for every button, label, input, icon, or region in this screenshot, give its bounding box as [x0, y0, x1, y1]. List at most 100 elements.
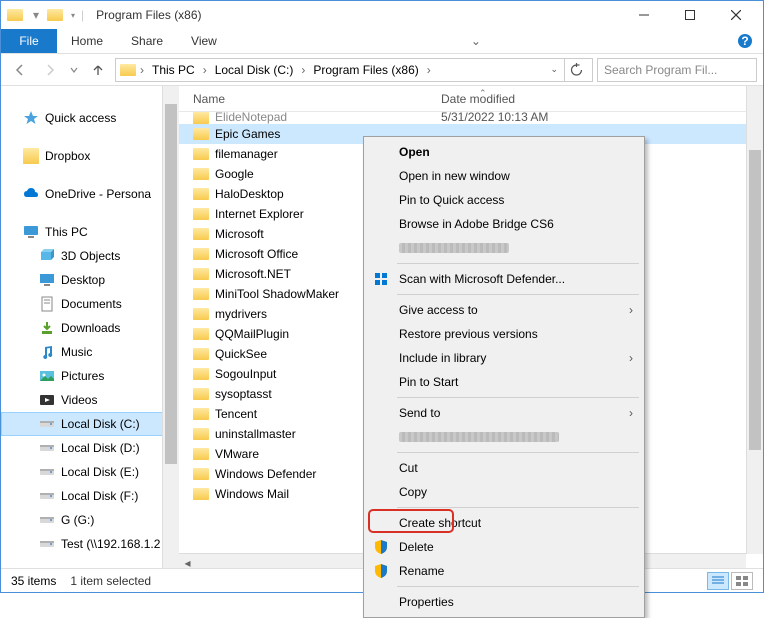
- sort-indicator-icon: ⌃: [479, 88, 487, 99]
- forward-button[interactable]: [37, 57, 63, 83]
- menu-open-new-window[interactable]: Open in new window: [367, 164, 641, 188]
- menu-separator: [397, 507, 639, 508]
- recent-button[interactable]: [67, 57, 81, 83]
- thumbnails-view-button[interactable]: [731, 572, 753, 590]
- menu-open[interactable]: Open: [367, 140, 641, 164]
- menu-item-redacted[interactable]: [367, 236, 641, 260]
- folder-icon: [193, 288, 209, 300]
- view-tab[interactable]: View: [177, 29, 231, 53]
- folder-icon: [193, 468, 209, 480]
- folder-icon: [193, 388, 209, 400]
- menu-item-redacted[interactable]: [367, 425, 641, 449]
- nav-scrollbar[interactable]: [162, 86, 179, 570]
- folder-icon: [193, 228, 209, 240]
- column-name[interactable]: Name: [193, 92, 441, 106]
- chevron-right-icon: ›: [629, 351, 633, 365]
- menu-cut[interactable]: Cut: [367, 456, 641, 480]
- chevron-right-icon[interactable]: ›: [425, 63, 433, 77]
- minimize-button[interactable]: [621, 1, 667, 29]
- star-icon: [23, 110, 39, 126]
- chevron-right-icon[interactable]: ›: [299, 63, 307, 77]
- cloud-icon: [23, 186, 39, 202]
- nav-quick-access[interactable]: Quick access: [1, 106, 179, 130]
- shield-icon: [373, 563, 389, 579]
- menu-properties[interactable]: Properties: [367, 590, 641, 614]
- menu-pin-quick-access[interactable]: Pin to Quick access: [367, 188, 641, 212]
- nav-icon: [39, 272, 55, 288]
- help-icon[interactable]: ?: [737, 29, 753, 53]
- nav-icon: [39, 344, 55, 360]
- maximize-button[interactable]: [667, 1, 713, 29]
- share-tab[interactable]: Share: [117, 29, 177, 53]
- nav-item[interactable]: Local Disk (C:): [1, 412, 179, 436]
- nav-item[interactable]: Documents: [1, 292, 179, 316]
- ribbon-expand-icon[interactable]: ⌄: [471, 29, 481, 53]
- menu-separator: [397, 263, 639, 264]
- nav-icon: [39, 368, 55, 384]
- menu-browse-bridge[interactable]: Browse in Adobe Bridge CS6: [367, 212, 641, 236]
- nav-icon: [39, 440, 55, 456]
- folder-icon: [193, 188, 209, 200]
- details-view-button[interactable]: [707, 572, 729, 590]
- home-tab[interactable]: Home: [57, 29, 117, 53]
- nav-item[interactable]: Pictures: [1, 364, 179, 388]
- breadcrumb-segment[interactable]: This PC: [148, 63, 199, 77]
- folder-icon: [193, 168, 209, 180]
- chevron-right-icon[interactable]: ›: [201, 63, 209, 77]
- menu-copy[interactable]: Copy: [367, 480, 641, 504]
- breadcrumb-segment[interactable]: Program Files (x86): [309, 63, 422, 77]
- nav-item[interactable]: Desktop: [1, 268, 179, 292]
- folder-icon: [193, 348, 209, 360]
- nav-item[interactable]: G (G:): [1, 508, 179, 532]
- menu-separator: [397, 586, 639, 587]
- search-input[interactable]: Search Program Fil...: [597, 58, 757, 82]
- nav-onedrive[interactable]: OneDrive - Persona: [1, 182, 179, 206]
- status-selected: 1 item selected: [70, 574, 151, 588]
- file-tab[interactable]: File: [1, 29, 57, 53]
- folder-icon: [193, 148, 209, 160]
- nav-item[interactable]: Test (\\192.168.1.2: [1, 532, 179, 556]
- nav-dropbox[interactable]: Dropbox: [1, 144, 179, 168]
- svg-text:?: ?: [741, 34, 748, 48]
- nav-icon: [39, 464, 55, 480]
- breadcrumb-segment[interactable]: Local Disk (C:): [211, 63, 298, 77]
- folder-icon: [193, 112, 209, 124]
- nav-item[interactable]: Local Disk (E:): [1, 460, 179, 484]
- menu-restore-versions[interactable]: Restore previous versions: [367, 322, 641, 346]
- back-button[interactable]: [7, 57, 33, 83]
- menu-send-to[interactable]: Send to›: [367, 401, 641, 425]
- window-title: Program Files (x86): [96, 8, 201, 22]
- menu-scan-defender[interactable]: Scan with Microsoft Defender...: [367, 267, 641, 291]
- nav-item[interactable]: Local Disk (F:): [1, 484, 179, 508]
- qat-dropdown-icon[interactable]: ▾: [71, 11, 75, 20]
- menu-include-library[interactable]: Include in library›: [367, 346, 641, 370]
- nav-this-pc[interactable]: This PC: [1, 220, 179, 244]
- folder-icon: [193, 128, 209, 140]
- nav-item[interactable]: 3D Objects: [1, 244, 179, 268]
- refresh-button[interactable]: [564, 59, 588, 81]
- main-scrollbar[interactable]: [746, 86, 763, 554]
- column-headers[interactable]: ⌃ Name Date modified: [179, 86, 763, 112]
- qat-save-icon[interactable]: ▾: [33, 8, 39, 22]
- file-row[interactable]: ElideNotepad 5/31/2022 10:13 AM: [179, 112, 763, 124]
- close-button[interactable]: [713, 1, 759, 29]
- nav-item[interactable]: Downloads: [1, 316, 179, 340]
- menu-give-access[interactable]: Give access to›: [367, 298, 641, 322]
- menu-rename[interactable]: Rename: [367, 559, 641, 583]
- navigation-pane[interactable]: Quick access Dropbox OneDrive - Persona …: [1, 86, 179, 570]
- menu-create-shortcut[interactable]: Create shortcut: [367, 511, 641, 535]
- menu-separator: [397, 294, 639, 295]
- menu-delete[interactable]: Delete: [367, 535, 641, 559]
- breadcrumb[interactable]: › This PC › Local Disk (C:) › Program Fi…: [115, 58, 593, 82]
- nav-icon: [39, 392, 55, 408]
- menu-pin-start[interactable]: Pin to Start: [367, 370, 641, 394]
- shield-icon: [373, 539, 389, 555]
- nav-icon: [39, 416, 55, 432]
- nav-item[interactable]: Videos: [1, 388, 179, 412]
- breadcrumb-dropdown-icon[interactable]: ⌄: [550, 64, 558, 75]
- nav-item[interactable]: Music: [1, 340, 179, 364]
- chevron-right-icon[interactable]: ›: [138, 63, 146, 77]
- nav-item[interactable]: Local Disk (D:): [1, 436, 179, 460]
- folder-icon: [47, 9, 63, 21]
- up-button[interactable]: [85, 57, 111, 83]
